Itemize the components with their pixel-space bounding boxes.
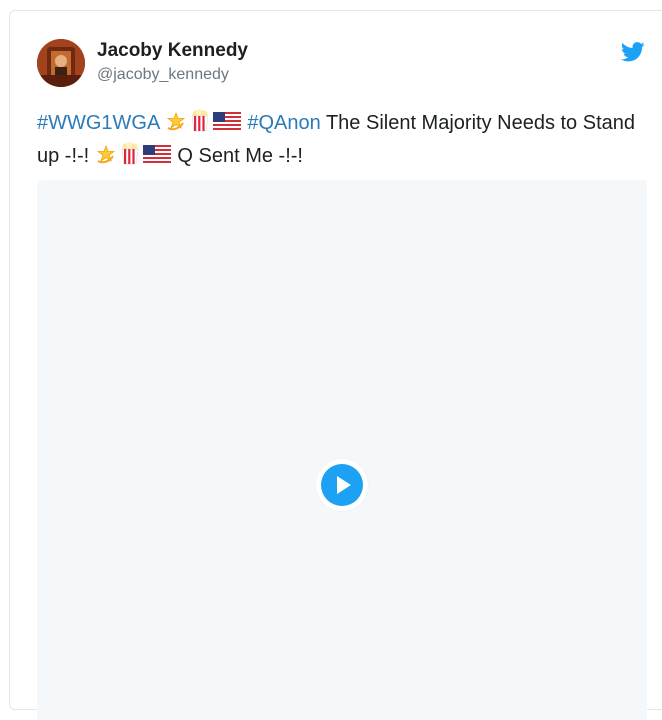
- play-icon: [321, 464, 363, 506]
- us-flag-emoji-icon: [212, 111, 241, 141]
- avatar[interactable]: [37, 39, 85, 87]
- dizzy-star-emoji-icon: [165, 110, 187, 141]
- hashtag-wwg1wga-link[interactable]: #WWG1WGA: [37, 112, 159, 134]
- video-media[interactable]: [37, 180, 647, 720]
- author-name[interactable]: Jacoby Kennedy: [97, 40, 248, 62]
- author-handle[interactable]: @jacoby_kennedy: [97, 66, 229, 84]
- popcorn-emoji-icon: [188, 108, 212, 141]
- popcorn-emoji-icon: [118, 141, 142, 174]
- tweet-card: Jacoby Kennedy @jacoby_kennedy #WWG1WGA …: [9, 10, 662, 720]
- dizzy-star-emoji-icon: [95, 143, 117, 174]
- hashtag-qanon-link[interactable]: #QAnon: [247, 112, 320, 134]
- twitter-bird-icon[interactable]: [620, 42, 645, 62]
- play-button[interactable]: [316, 459, 368, 511]
- tweet-body-part-2: Q Sent Me -!-!: [177, 145, 303, 167]
- tweet-text: #WWG1WGA #QAnon The Silent Majority Need…: [37, 108, 637, 174]
- us-flag-emoji-icon: [142, 144, 171, 174]
